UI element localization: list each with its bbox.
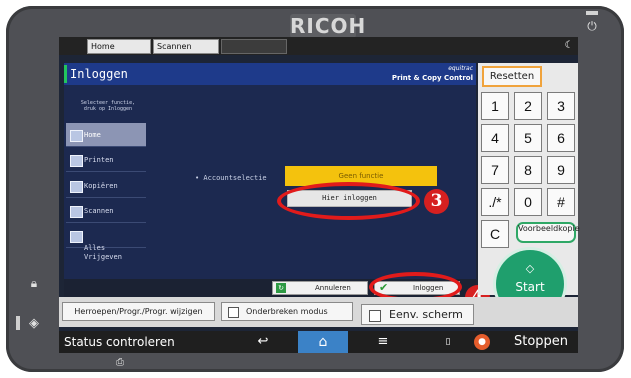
menu-item-print[interactable]: Printen <box>66 148 146 172</box>
interrupt-label: Onderbreken modus <box>246 307 328 316</box>
tab-home[interactable]: Home <box>87 39 151 54</box>
recall-program-button[interactable]: Herroepen/Progr./Progr. wijzigen <box>62 302 215 321</box>
key-hash[interactable]: # <box>547 188 575 216</box>
simple-screen-checkbox <box>369 310 381 322</box>
power-indicator <box>586 11 598 15</box>
preview-copy-button[interactable]: Voorbeeldkopie <box>516 222 580 243</box>
key-7[interactable]: 7 <box>481 156 509 184</box>
check-status-button[interactable]: Status controleren <box>64 332 184 352</box>
storage-icon[interactable]: ▯ <box>440 332 456 352</box>
key-1[interactable]: 1 <box>481 92 509 120</box>
key-8[interactable]: 8 <box>514 156 542 184</box>
menu-item-label: Scannen <box>84 207 114 215</box>
key-4[interactable]: 4 <box>481 124 509 152</box>
start-label: Start <box>515 280 545 294</box>
menu-item-label: Printen <box>84 156 114 164</box>
lock-icon[interactable]: 🔒︎ <box>26 275 42 291</box>
cancel-button[interactable]: ↻ Annuleren <box>272 281 368 295</box>
power-icon[interactable]: ⏻ <box>584 18 600 34</box>
account-selection-label: • Accountselectie <box>195 174 267 182</box>
back-arrow-icon[interactable]: ↩ <box>252 332 274 352</box>
menu-item-copy[interactable]: Kopiëren <box>66 174 146 198</box>
simple-screen-button[interactable]: Eenv. scherm <box>361 304 474 325</box>
annotation-oval-3 <box>277 182 420 220</box>
instruction-text: Selecteer functie, druk op Inloggen <box>80 100 136 112</box>
key-5[interactable]: 5 <box>514 124 542 152</box>
menu-item-label: Kopiëren <box>84 182 118 190</box>
menu-item-label: Home <box>84 131 101 139</box>
key-9[interactable]: 9 <box>547 156 575 184</box>
stop-icon[interactable]: ● <box>474 334 490 350</box>
side-indicator <box>16 316 20 330</box>
equitrac-logo: equitrac <box>448 65 473 72</box>
energy-saver-icon[interactable]: ☾ <box>562 39 576 53</box>
key-clear[interactable]: C <box>481 220 509 248</box>
menu-icon[interactable]: ≡ <box>372 332 394 352</box>
menu-item-home[interactable]: Home <box>66 123 146 147</box>
annotation-step-3: 3 <box>424 189 449 214</box>
tab-scan[interactable]: Scannen <box>153 39 219 54</box>
tab-empty <box>221 39 287 54</box>
key-0[interactable]: 0 <box>514 188 542 216</box>
menu-item-release-all[interactable]: Alles Vrijgeven <box>66 224 146 261</box>
key-6[interactable]: 6 <box>547 124 575 152</box>
key-dot-star[interactable]: ./* <box>481 188 509 216</box>
cancel-label: Annuleren <box>315 284 351 292</box>
data-in-icon: ◈ <box>29 316 39 331</box>
home-icon[interactable]: ⌂ <box>298 331 348 353</box>
interrupt-checkbox <box>228 307 239 318</box>
scan-icon <box>70 206 83 218</box>
menu-item-label: Alles Vrijgeven <box>84 244 122 261</box>
copy-icon <box>70 181 83 193</box>
start-diamond-icon: ◇ <box>525 262 535 275</box>
print-copy-control-logo: Print & Copy Control <box>391 74 473 82</box>
release-all-icon <box>70 231 83 243</box>
interrupt-mode-button[interactable]: Onderbreken modus <box>221 302 353 321</box>
key-2[interactable]: 2 <box>514 92 542 120</box>
home-icon <box>70 130 83 142</box>
brand-logo: RICOH <box>290 14 367 38</box>
printer-icon <box>70 155 83 167</box>
tray-icon: ⎙ <box>116 357 124 368</box>
key-3[interactable]: 3 <box>547 92 575 120</box>
simple-screen-label: Eenv. scherm <box>389 308 463 321</box>
reset-button[interactable]: Resetten <box>482 66 542 87</box>
stop-button[interactable]: Stoppen <box>514 332 574 352</box>
header-accent <box>64 65 67 83</box>
cancel-icon: ↻ <box>276 283 286 293</box>
menu-item-scan[interactable]: Scannen <box>66 199 146 223</box>
page-title: Inloggen <box>70 67 128 81</box>
